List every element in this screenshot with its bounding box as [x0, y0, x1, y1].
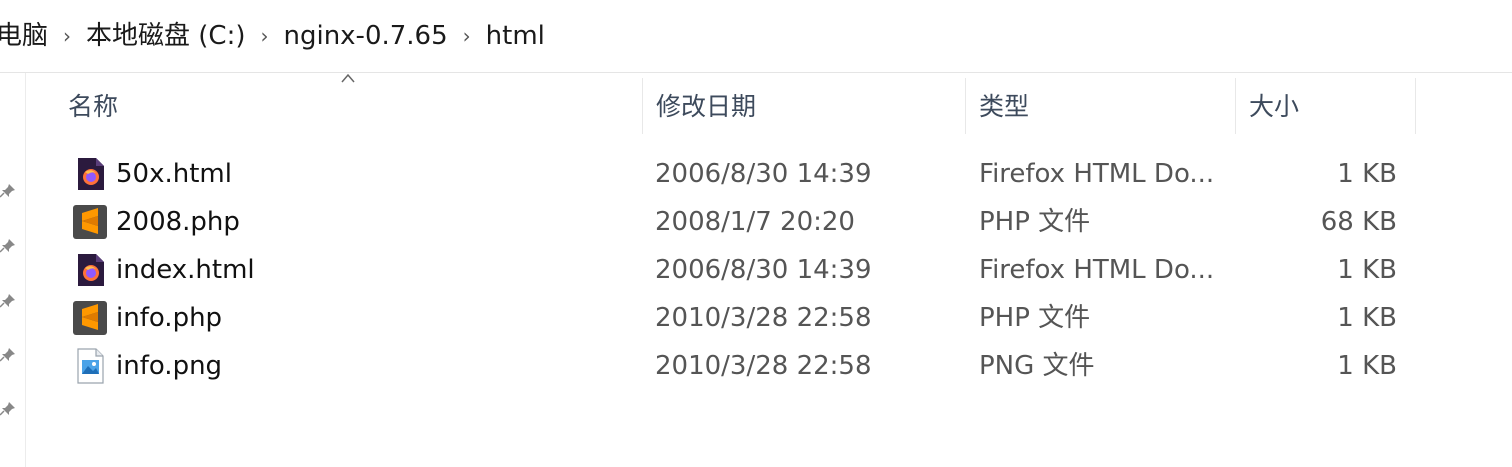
sublime-php-icon [73, 301, 107, 335]
file-size: 1 KB [1337, 159, 1397, 189]
file-date: 2006/8/30 14:39 [655, 255, 872, 285]
file-size: 1 KB [1337, 351, 1397, 381]
sublime-php-icon [73, 205, 107, 239]
file-list: 50x.html 2006/8/30 14:39 Firefox HTML Do… [54, 150, 1416, 390]
file-type: PHP 文件 [979, 207, 1091, 237]
column-divider[interactable] [1415, 78, 1416, 134]
navigation-pane[interactable] [0, 73, 26, 467]
file-date: 2008/1/7 20:20 [655, 207, 855, 237]
pin-icon[interactable] [0, 238, 16, 254]
file-type: Firefox HTML Do... [979, 255, 1215, 285]
file-size: 1 KB [1337, 303, 1397, 333]
file-type: PNG 文件 [979, 351, 1095, 381]
pin-icon[interactable] [0, 183, 16, 199]
pin-icon[interactable] [0, 347, 16, 363]
png-image-icon [77, 348, 104, 384]
breadcrumb-item-nginx[interactable]: nginx-0.7.65 [279, 0, 451, 72]
column-header-date[interactable]: 修改日期 [642, 78, 966, 134]
file-type: Firefox HTML Do... [979, 159, 1215, 189]
file-date: 2010/3/28 22:58 [655, 303, 872, 333]
file-size: 1 KB [1337, 255, 1397, 285]
pin-icon[interactable] [0, 401, 16, 417]
chevron-right-icon[interactable]: › [452, 24, 482, 48]
firefox-html-icon [78, 254, 104, 286]
file-name: 50x.html [116, 159, 232, 189]
pin-icon[interactable] [0, 293, 16, 309]
column-header-size[interactable]: 大小 [1235, 78, 1415, 134]
column-header-type[interactable]: 类型 [965, 78, 1235, 134]
breadcrumb: 电脑 › 本地磁盘 (C:) › nginx-0.7.65 › html [0, 0, 1512, 73]
file-name: index.html [116, 255, 255, 285]
column-header-row: 名称 修改日期 类型 大小 [54, 78, 1416, 134]
file-row[interactable]: index.html 2006/8/30 14:39 Firefox HTML … [54, 246, 1416, 294]
file-row[interactable]: info.php 2010/3/28 22:58 PHP 文件 1 KB [54, 294, 1416, 342]
chevron-right-icon[interactable]: › [249, 24, 279, 48]
file-explorer-window: 电脑 › 本地磁盘 (C:) › nginx-0.7.65 › html 名称 … [0, 0, 1512, 467]
file-row[interactable]: 2008.php 2008/1/7 20:20 PHP 文件 68 KB [54, 198, 1416, 246]
file-row[interactable]: 50x.html 2006/8/30 14:39 Firefox HTML Do… [54, 150, 1416, 198]
file-name: info.png [116, 351, 223, 381]
breadcrumb-item-this-pc[interactable]: 电脑 [0, 0, 52, 72]
file-name: 2008.php [116, 207, 240, 237]
breadcrumb-item-html[interactable]: html [482, 0, 549, 72]
chevron-right-icon[interactable]: › [52, 24, 82, 48]
firefox-html-icon [78, 158, 104, 190]
file-name: info.php [116, 303, 223, 333]
column-header-name[interactable]: 名称 [54, 78, 642, 134]
breadcrumb-item-local-disk[interactable]: 本地磁盘 (C:) [82, 0, 249, 72]
file-date: 2010/3/28 22:58 [655, 351, 872, 381]
file-type: PHP 文件 [979, 303, 1091, 333]
file-date: 2006/8/30 14:39 [655, 159, 872, 189]
file-row[interactable]: info.png 2010/3/28 22:58 PNG 文件 1 KB [54, 342, 1416, 390]
file-size: 68 KB [1320, 207, 1397, 237]
